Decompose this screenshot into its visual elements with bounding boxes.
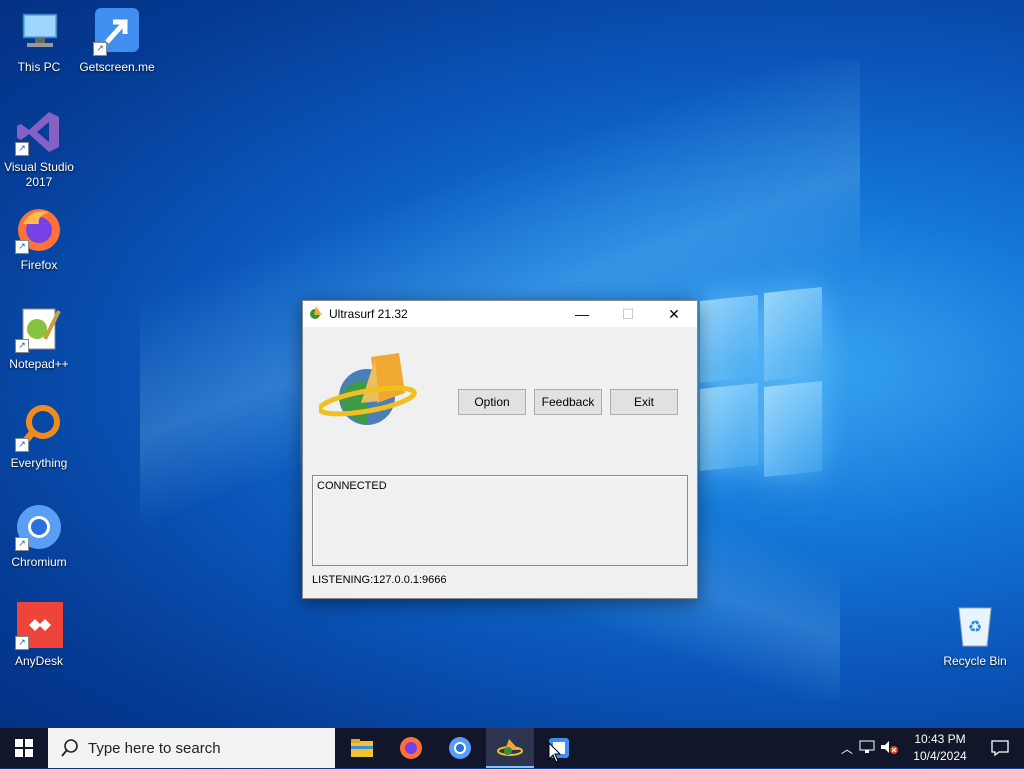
taskbar-firefox[interactable] <box>387 728 435 768</box>
magnifier-app-icon: ↗ <box>15 404 63 452</box>
svg-text:♻: ♻ <box>968 619 982 636</box>
desktop-icon-visual-studio[interactable]: ↗ Visual Studio 2017 <box>0 108 78 190</box>
taskbar-chromium[interactable] <box>436 728 484 768</box>
chevron-up-icon[interactable]: ︿ <box>838 740 856 757</box>
notepad-plus-plus-icon: ↗ <box>15 305 63 353</box>
recycle-bin-icon: ♻ <box>951 602 999 650</box>
network-icon[interactable] <box>856 740 878 757</box>
window-title: Ultrasurf 21.32 <box>329 307 408 321</box>
chromium-icon: ↗ <box>15 503 63 551</box>
clock-time: 10:43 PM <box>914 732 966 746</box>
taskbar-search-box[interactable]: Type here to search <box>48 728 335 768</box>
shortcut-arrow-icon: ↗ <box>15 142 29 156</box>
shortcut-arrow-icon: ↗ <box>93 42 107 56</box>
anydesk-icon: ↗ <box>15 602 63 650</box>
notification-icon <box>991 740 1009 756</box>
chromium-icon <box>449 737 471 759</box>
start-button[interactable] <box>0 728 48 768</box>
search-placeholder: Type here to search <box>88 740 221 757</box>
taskbar-clock[interactable]: 10:43 PM 10/4/2024 <box>906 731 974 765</box>
volume-muted-icon[interactable] <box>878 740 900 757</box>
feedback-button[interactable]: Feedback <box>534 389 602 415</box>
system-tray: ︿ <box>838 728 900 768</box>
option-button[interactable]: Option <box>458 389 526 415</box>
desktop-icon-everything[interactable]: ↗ Everything <box>0 404 78 471</box>
search-icon <box>61 739 78 757</box>
shortcut-arrow-icon: ↗ <box>15 537 29 551</box>
desktop-icon-anydesk[interactable]: ↗ AnyDesk <box>0 602 78 669</box>
desktop-icon-getscreen[interactable]: ↗ Getscreen.me <box>78 8 156 75</box>
ultrasurf-small-icon <box>309 305 323 324</box>
arrow-app-icon: ↗ <box>93 8 141 56</box>
minimize-button[interactable]: — <box>559 301 605 327</box>
folder-icon <box>351 739 373 757</box>
shortcut-arrow-icon: ↗ <box>15 240 29 254</box>
taskbar-ultrasurf[interactable] <box>486 728 534 768</box>
exit-button[interactable]: Exit <box>610 389 678 415</box>
visual-studio-icon: ↗ <box>15 108 63 156</box>
clock-date: 10/4/2024 <box>913 749 967 763</box>
maximize-button[interactable]: ☐ <box>605 301 651 327</box>
close-button[interactable]: ✕ <box>651 301 697 327</box>
taskbar: Type here to search ︿ 10:43 PM 10/4/2024 <box>0 728 1024 768</box>
window-titlebar[interactable]: Ultrasurf 21.32 — ☐ ✕ <box>303 301 697 327</box>
desktop-icon-chromium[interactable]: ↗ Chromium <box>0 503 78 570</box>
windows-start-icon <box>15 739 33 757</box>
desktop-icon-firefox[interactable]: ↗ Firefox <box>0 206 78 273</box>
firefox-icon: ↗ <box>15 206 63 254</box>
windows-logo-wallpaper <box>700 286 822 478</box>
taskbar-file-explorer[interactable] <box>338 728 386 768</box>
shortcut-arrow-icon: ↗ <box>15 636 29 650</box>
desktop-icon-recycle-bin[interactable]: ♻ Recycle Bin <box>936 602 1014 669</box>
ultrasurf-window: Ultrasurf 21.32 — ☐ ✕ Option Feedback Ex… <box>302 300 698 599</box>
desktop-icon-notepad-plus-plus[interactable]: ↗ Notepad++ <box>0 305 78 372</box>
shortcut-arrow-icon: ↗ <box>15 339 29 353</box>
status-text: CONNECTED <box>317 480 387 492</box>
computer-icon <box>15 8 63 56</box>
status-box: CONNECTED <box>312 475 688 566</box>
ultrasurf-icon <box>497 739 523 756</box>
ultrasurf-logo <box>317 347 419 437</box>
desktop-icon-this-pc[interactable]: This PC <box>0 8 78 75</box>
notification-center-button[interactable] <box>976 728 1024 768</box>
mouse-cursor <box>548 741 562 769</box>
shortcut-arrow-icon: ↗ <box>15 438 29 452</box>
firefox-icon <box>400 737 422 759</box>
listening-status: LISTENING:127.0.0.1:9666 <box>312 574 447 586</box>
